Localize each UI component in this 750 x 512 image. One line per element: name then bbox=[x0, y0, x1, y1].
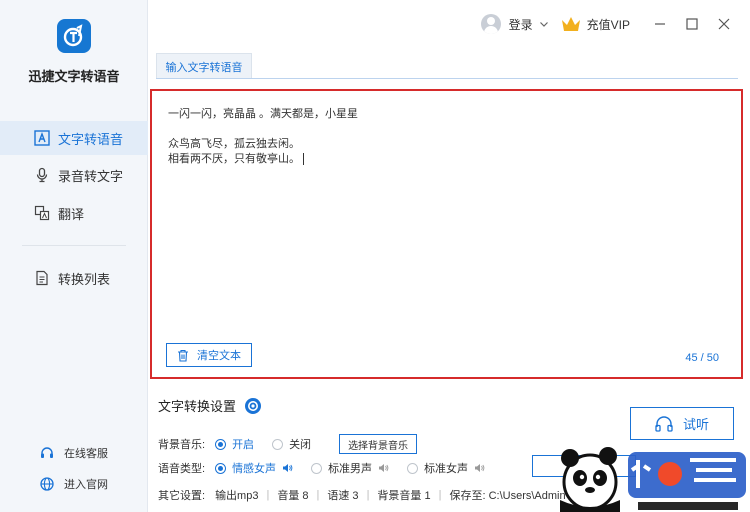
voice-emotional-female-radio[interactable]: 情感女声 bbox=[215, 460, 293, 476]
speaker-icon[interactable] bbox=[474, 463, 485, 473]
settings-title-label: 文字转换设置 bbox=[158, 399, 237, 414]
text-caret bbox=[303, 153, 304, 166]
bg-music-row: 背景音乐: 开启 关闭 选择背景音乐 bbox=[158, 434, 418, 454]
headset-icon bbox=[40, 446, 54, 460]
close-button[interactable] bbox=[714, 14, 734, 34]
bg-music-off-radio[interactable]: 关闭 bbox=[272, 436, 311, 452]
bottom-link-label: 在线客服 bbox=[64, 448, 108, 460]
vip-label: 充值VIP bbox=[586, 17, 630, 32]
editor-content[interactable]: 一闪一闪，亮晶晶 。满天都是，小星星 众鸟高飞尽，孤云独去闲。 相看两不厌，只有… bbox=[168, 107, 358, 167]
volume-setting[interactable]: 音量 8 bbox=[277, 487, 308, 503]
editor-line: 相看两不厌，只有敬亭山。 bbox=[168, 152, 358, 167]
maximize-button[interactable] bbox=[682, 14, 702, 34]
choose-bg-music-button[interactable]: 选择背景音乐 bbox=[339, 434, 418, 454]
preview-label: 试听 bbox=[682, 417, 709, 432]
sidebar: 迅捷文字转语音 文字转语音 录音转文字 翻译 转换列表 在线客服 进入官网 bbox=[0, 0, 148, 512]
clear-text-label: 清空文本 bbox=[197, 350, 241, 362]
chevron-down-icon bbox=[539, 19, 549, 29]
translate-icon bbox=[34, 205, 50, 221]
other-settings-label: 其它设置: bbox=[158, 490, 206, 502]
editor-line: 众鸟高飞尽，孤云独去闲。 bbox=[168, 138, 300, 150]
bg-music-on-radio[interactable]: 开启 bbox=[215, 436, 254, 452]
sidebar-item-label: 翻译 bbox=[58, 206, 85, 222]
editor-line bbox=[168, 122, 358, 137]
sidebar-item-conversion-list[interactable]: 转换列表 bbox=[0, 261, 148, 295]
microphone-icon bbox=[34, 167, 50, 183]
document-list-icon bbox=[34, 270, 50, 286]
bottom-link-label: 进入官网 bbox=[64, 479, 108, 491]
sidebar-divider bbox=[22, 245, 126, 246]
voice-standard-male-radio[interactable]: 标准男声 bbox=[311, 460, 389, 476]
official-site-link[interactable]: 进入官网 bbox=[40, 476, 108, 492]
speaker-icon[interactable] bbox=[378, 463, 389, 473]
clear-text-button[interactable]: 清空文本 bbox=[166, 343, 252, 367]
sidebar-item-label: 文字转语音 bbox=[58, 131, 124, 147]
text-a-icon bbox=[34, 130, 50, 146]
minimize-button[interactable] bbox=[650, 14, 670, 34]
bg-music-label: 背景音乐: bbox=[158, 439, 206, 451]
output-format[interactable]: 输出mp3 bbox=[215, 487, 258, 503]
vip-button[interactable]: 充值VIP bbox=[561, 16, 630, 33]
online-service-link[interactable]: 在线客服 bbox=[40, 445, 108, 461]
voice-standard-female-radio[interactable]: 标准女声 bbox=[407, 460, 485, 476]
headphones-icon bbox=[655, 415, 673, 432]
watermark-logo bbox=[556, 440, 750, 512]
sidebar-item-label: 转换列表 bbox=[58, 271, 111, 287]
title-bar: 登录 充值VIP bbox=[480, 10, 734, 38]
app-logo-icon bbox=[57, 19, 91, 53]
other-settings-row: 其它设置: 输出mp3 | 音量 8 | 语速 3 | 背景音量 1 | 保存至… bbox=[158, 487, 566, 503]
crown-icon bbox=[561, 16, 581, 32]
gear-icon[interactable] bbox=[244, 397, 262, 415]
char-counter: 45 / 50 bbox=[685, 352, 719, 364]
app-name: 迅捷文字转语音 bbox=[28, 69, 120, 84]
sidebar-item-label: 录音转文字 bbox=[58, 168, 124, 184]
text-editor[interactable]: 一闪一闪，亮晶晶 。满天都是，小星星 众鸟高飞尽，孤云独去闲。 相看两不厌，只有… bbox=[150, 89, 743, 379]
login-button[interactable]: 登录 bbox=[480, 14, 549, 34]
speaker-icon[interactable] bbox=[282, 463, 293, 473]
globe-icon bbox=[40, 477, 54, 491]
voice-type-row: 语音类型: 情感女声 标准男声 标准女声 bbox=[158, 460, 503, 476]
sidebar-item-translate[interactable]: 翻译 bbox=[0, 196, 148, 230]
settings-title: 文字转换设置 bbox=[158, 396, 262, 415]
avatar bbox=[480, 14, 501, 34]
preview-button[interactable]: 试听 bbox=[630, 407, 734, 440]
sidebar-item-record-to-text[interactable]: 录音转文字 bbox=[0, 158, 148, 192]
trash-icon bbox=[177, 349, 189, 362]
save-path[interactable]: 保存至: C:\Users\Admin bbox=[449, 487, 565, 503]
editor-line: 一闪一闪，亮晶晶 。满天都是，小星星 bbox=[168, 108, 359, 120]
sidebar-item-text-to-speech[interactable]: 文字转语音 bbox=[0, 121, 148, 155]
voice-type-label: 语音类型: bbox=[158, 463, 206, 475]
tab-underline bbox=[156, 78, 738, 79]
login-label: 登录 bbox=[508, 17, 533, 32]
tab-input-text-to-speech[interactable]: 输入文字转语音 bbox=[156, 53, 252, 79]
speed-setting[interactable]: 语速 3 bbox=[327, 487, 358, 503]
bg-volume-setting[interactable]: 背景音量 1 bbox=[377, 487, 430, 503]
